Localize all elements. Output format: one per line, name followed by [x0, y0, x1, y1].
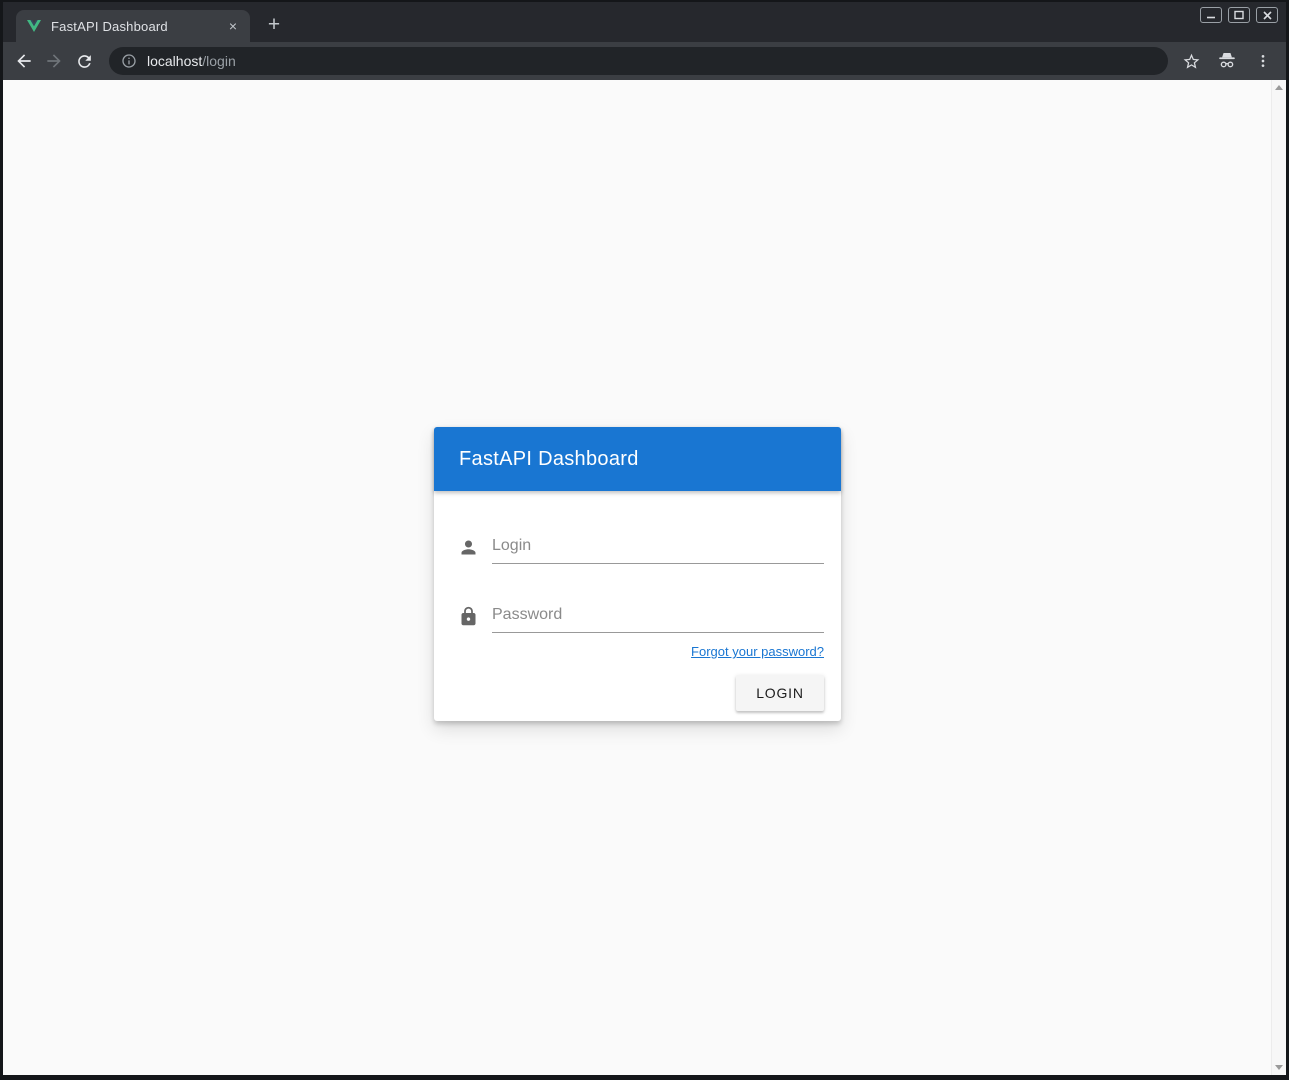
tab-title: FastAPI Dashboard	[51, 19, 224, 34]
page-scrollbar[interactable]	[1271, 80, 1286, 1075]
titlebar: FastAPI Dashboard × +	[3, 2, 1286, 42]
url-path: /login	[202, 53, 235, 69]
new-tab-button[interactable]: +	[260, 11, 288, 39]
forgot-password-link[interactable]: Forgot your password?	[691, 644, 824, 659]
login-field-row	[456, 533, 824, 564]
window-close-button[interactable]	[1256, 7, 1278, 23]
login-card-title: FastAPI Dashboard	[459, 448, 639, 471]
address-bar[interactable]: localhost/login	[109, 47, 1168, 75]
reload-button[interactable]	[69, 46, 99, 76]
scrollbar-up-icon[interactable]	[1275, 85, 1283, 90]
back-button[interactable]	[9, 46, 39, 76]
scrollbar-down-icon[interactable]	[1275, 1065, 1283, 1070]
toolbar-right	[1176, 46, 1278, 76]
password-input[interactable]	[492, 602, 824, 633]
url-text: localhost/login	[147, 53, 236, 69]
person-icon	[456, 537, 480, 558]
window-maximize-button[interactable]	[1228, 7, 1250, 23]
forward-button[interactable]	[39, 46, 69, 76]
lock-icon	[456, 606, 480, 627]
forgot-password-row: Forgot your password?	[456, 643, 824, 661]
login-card: FastAPI Dashboard Forgot your passwo	[434, 427, 841, 721]
login-button[interactable]: LOGIN	[736, 675, 824, 711]
login-card-body: Forgot your password? LOGIN	[434, 491, 841, 721]
window-minimize-button[interactable]	[1200, 7, 1222, 23]
browser-window: FastAPI Dashboard × +	[0, 0, 1289, 1080]
bookmark-star-icon[interactable]	[1176, 46, 1206, 76]
url-host: localhost	[147, 53, 202, 69]
site-info-icon[interactable]	[121, 53, 137, 69]
incognito-icon	[1212, 46, 1242, 76]
browser-menu-icon[interactable]	[1248, 46, 1278, 76]
vue-logo-icon	[26, 18, 42, 34]
tab-close-icon[interactable]: ×	[224, 17, 242, 35]
login-button-row: LOGIN	[456, 675, 824, 713]
browser-toolbar: localhost/login	[3, 42, 1286, 80]
browser-tab[interactable]: FastAPI Dashboard ×	[16, 10, 250, 42]
password-field-row	[456, 602, 824, 633]
page-content: FastAPI Dashboard Forgot your passwo	[3, 80, 1286, 1075]
window-controls	[1200, 7, 1278, 23]
login-input[interactable]	[492, 533, 824, 564]
login-card-header: FastAPI Dashboard	[434, 427, 841, 491]
